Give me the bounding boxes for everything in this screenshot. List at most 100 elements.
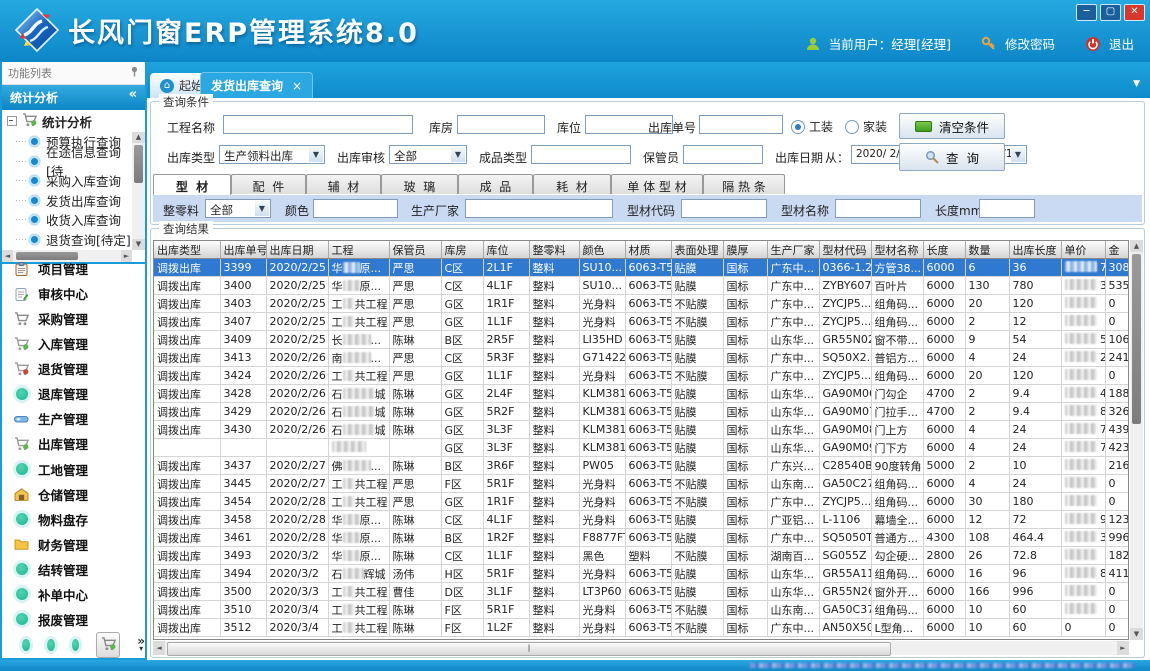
tree-item[interactable]: 收货入库查询 (2, 210, 131, 230)
part-mode-select[interactable]: 全部▼ (205, 199, 271, 218)
table-row[interactable]: 调拨出库34282020/2/26石城陈琳G区2L4F整料KLM38176063… (154, 385, 1129, 403)
column-header[interactable]: 出库单号 (220, 241, 266, 259)
green-dot-icon[interactable] (72, 639, 80, 651)
subtab[interactable]: 型 材 (153, 174, 231, 195)
cart-button[interactable] (96, 632, 120, 658)
table-row[interactable]: 调拨出库34072020/2/25工共工程严思G区1L1F整料光身料6063-T… (154, 313, 1129, 331)
column-header[interactable]: 型材名称 (871, 241, 923, 259)
order-no-input[interactable] (699, 115, 783, 134)
table-row[interactable]: 调拨出库34612020/2/28华原...陈琳B区1R2F整料F8877FT6… (154, 529, 1129, 547)
results-horizontal-scrollbar[interactable]: ◄ ‖ ► (153, 641, 1129, 655)
table-row[interactable]: 调拨出库34542020/2/28工共工程严思G区1R1F整料光身料6063-T… (154, 493, 1129, 511)
table-row[interactable]: 调拨出库34032020/2/25工共工程严思G区1R1F整料光身料6063-T… (154, 295, 1129, 313)
sidebar-item[interactable]: 工地管理 (14, 460, 143, 479)
column-header[interactable]: 膜厚 (723, 241, 767, 259)
collapse-icon[interactable]: « (129, 87, 137, 102)
column-header[interactable]: 整零料 (529, 241, 579, 259)
sidebar-item[interactable]: 物料盘存 (14, 510, 143, 529)
column-header[interactable]: 出库日期 (266, 241, 328, 259)
column-header[interactable]: 颜色 (579, 241, 625, 259)
column-header[interactable]: 库房 (441, 241, 483, 259)
column-header[interactable]: 表面处理 (671, 241, 723, 259)
column-header[interactable]: 工程 (328, 241, 389, 259)
sidebar-item[interactable]: 项目管理 (14, 259, 143, 278)
table-row[interactable]: 调拨出库33992020/2/25华原...严思C区2L1F整料SU10...6… (154, 259, 1129, 277)
table-row[interactable]: 调拨出库34582020/2/28华原...陈琳C区4L1F整料光身料6063-… (154, 511, 1129, 529)
tree-item[interactable]: 在途信息查询[待 (2, 152, 131, 172)
section-header[interactable]: 统计分析 « (2, 85, 145, 110)
table-row[interactable]: 调拨出库34002020/2/25华原...严思C区4L1F整料SU10...6… (154, 277, 1129, 295)
subtab[interactable]: 辅 材 (306, 174, 381, 194)
keeper-input[interactable] (683, 145, 763, 164)
chevron-down-icon[interactable]: ▼ (1133, 79, 1140, 89)
table-row[interactable]: 调拨出库35002020/3/3工共工程曹佳D区3L1F整料LT3P606063… (154, 583, 1129, 601)
tree-expander-icon[interactable] (7, 116, 17, 126)
factory-input[interactable] (465, 199, 613, 218)
table-row[interactable]: 调拨出库35102020/3/4工共工程陈琳F区5R1F整料光身料6063-T5… (154, 601, 1129, 619)
sidebar-item[interactable]: 仓储管理 (14, 485, 143, 504)
table-row[interactable]: G区3L3F整料KLM38176063-T5贴膜国标山东华...GA90M09.… (154, 439, 1129, 457)
table-row[interactable]: 调拨出库34132020/2/26南...严思C区5R3F整料G71422606… (154, 349, 1129, 367)
column-header[interactable]: 生产厂家 (767, 241, 819, 259)
column-header[interactable]: 数量 (965, 241, 1009, 259)
radio-work-install[interactable]: 工装 (791, 118, 833, 135)
sidebar-item[interactable]: 财务管理 (14, 535, 143, 554)
subtab[interactable]: 成 品 (458, 174, 533, 194)
tree-root[interactable]: 统计分析 (2, 110, 145, 132)
tree-item[interactable]: 发货出库查询 (2, 191, 131, 211)
column-header[interactable]: 单价 (1061, 241, 1105, 259)
column-header[interactable]: 库位 (483, 241, 529, 259)
table-row[interactable]: 调拨出库34302020/2/26石城陈琳G区3L3F整料KLM38176063… (154, 421, 1129, 439)
sidebar-item[interactable]: 退货管理 (14, 359, 143, 378)
scrollbar-thumb[interactable]: ‖ (167, 642, 891, 656)
tab-shipment-outbound-query[interactable]: 发货出库查询 × (200, 72, 313, 98)
table-row[interactable]: 调拨出库34242020/2/26工共工程严思G区1L1F整料光身料6063-T… (154, 367, 1129, 385)
table-row[interactable]: 调拨出库34452020/2/27工共工程严思F区5R1F整料光身料6063-T… (154, 475, 1129, 493)
color-input[interactable] (313, 199, 398, 218)
sidebar-item[interactable]: 补单中心 (14, 585, 143, 604)
column-header[interactable]: 保管员 (389, 241, 441, 259)
column-header[interactable]: 材质 (625, 241, 671, 259)
tree-item[interactable]: 采购入库查询 (2, 171, 131, 191)
project-name-input[interactable] (223, 115, 413, 134)
maximize-button[interactable]: ▢ (1100, 4, 1121, 21)
out-type-select[interactable]: 生产领料出库▼ (219, 145, 325, 164)
sidebar-item[interactable]: 报废管理 (14, 610, 143, 629)
subtab[interactable]: 耗 材 (533, 174, 611, 194)
sidebar-item[interactable]: 生产管理 (14, 409, 143, 428)
sidebar-item[interactable]: 入库管理 (14, 334, 143, 353)
search-button[interactable]: 查 询 (899, 143, 1005, 171)
green-dot-icon[interactable] (47, 639, 55, 651)
profile-code-input[interactable] (681, 199, 767, 218)
tree-vertical-scrollbar[interactable]: ▲ ▼ (132, 132, 145, 250)
clear-conditions-button[interactable]: 清空条件 (899, 113, 1005, 139)
subtab[interactable]: 玻 璃 (381, 174, 458, 194)
column-header[interactable]: 长度 (923, 241, 965, 259)
warehouse-input[interactable] (457, 115, 545, 134)
green-dot-icon[interactable] (22, 639, 30, 651)
sidebar-item[interactable]: 结转管理 (14, 560, 143, 579)
profile-name-input[interactable] (835, 199, 921, 218)
sidebar-item[interactable]: 审核中心 (14, 284, 143, 303)
table-row[interactable]: 调拨出库34372020/2/27佛...陈琳B区3R6F整料PW056063-… (154, 457, 1129, 475)
product-type-input[interactable] (531, 145, 631, 164)
table-row[interactable]: 调拨出库34292020/2/26石城陈琳G区5R2F整料KLM38176063… (154, 403, 1129, 421)
column-header[interactable]: 出库类型 (154, 241, 220, 259)
sidebar-item[interactable]: 采购管理 (14, 309, 143, 328)
logout-link[interactable]: 退出 (1109, 34, 1134, 53)
subtab[interactable]: 隔 热 条 (703, 174, 785, 194)
pin-icon[interactable] (130, 66, 139, 77)
column-header[interactable]: 型材代码 (819, 241, 871, 259)
minimize-button[interactable]: ─ (1076, 4, 1097, 21)
table-row[interactable]: 调拨出库34942020/3/2石辉城汤伟H区5R1F整料光身料6063-T5贴… (154, 565, 1129, 583)
length-input[interactable] (979, 199, 1035, 218)
audit-select[interactable]: 全部▼ (389, 145, 467, 164)
more-icon[interactable]: »▾ (137, 637, 145, 653)
table-row[interactable]: 调拨出库35122020/3/4工共工程陈琳F区1L2F整料光身料6063-T5… (154, 619, 1129, 637)
tree-item[interactable]: 退货查询[待定] (2, 230, 131, 250)
sidebar-item[interactable]: 退库管理 (14, 384, 143, 403)
results-vertical-scrollbar[interactable]: ▲ ▼ (1130, 240, 1143, 640)
column-header[interactable]: 金 (1105, 241, 1129, 259)
close-tab-icon[interactable]: × (292, 79, 302, 93)
subtab[interactable]: 单 体 型 材 (611, 174, 703, 194)
